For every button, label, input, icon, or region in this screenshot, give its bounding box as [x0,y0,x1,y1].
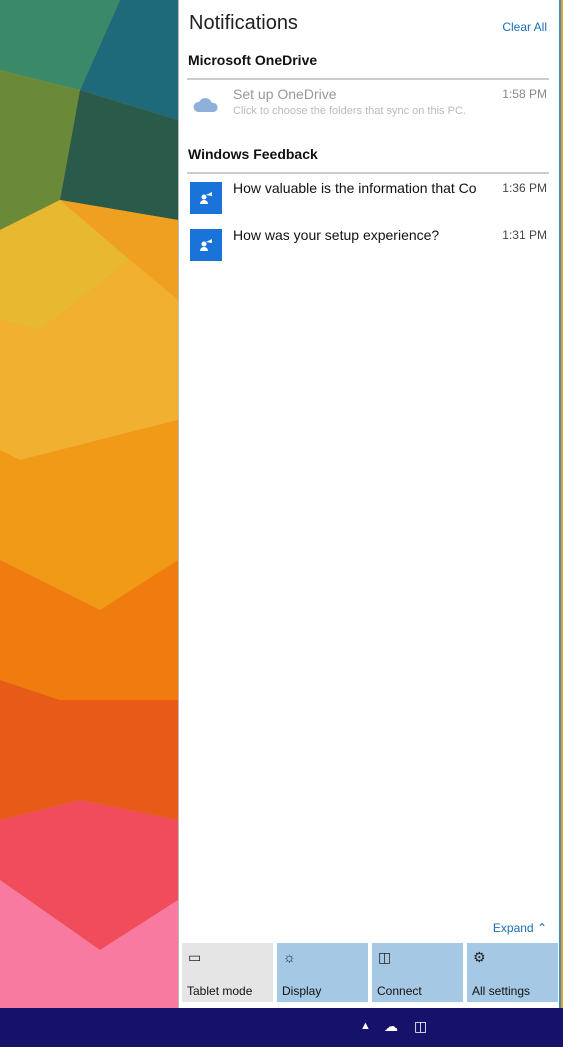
divider [187,78,549,80]
group-header-onedrive: Microsoft OneDrive [188,52,318,68]
notification-time: 1:31 PM [502,228,547,242]
tile-label: Display [282,984,322,998]
network-icon[interactable]: ◫ [414,1018,427,1035]
show-hidden-icons-chevron-icon[interactable]: ▲ [360,1020,371,1032]
tile-label: Tablet mode [187,984,253,998]
feedback-icon [190,229,222,261]
notification-item[interactable]: How was your setup experience? 1:31 PM [179,225,559,271]
expand-label: Expand [492,921,534,935]
notification-title: How valuable is the information that Co [233,180,477,196]
quick-action-all-settings[interactable]: ⚙ All settings [467,943,558,1002]
notification-title: Set up OneDrive [233,86,337,102]
connect-icon: ◫ [378,949,392,965]
group-header-feedback: Windows Feedback [188,146,318,162]
notification-item[interactable]: Set up OneDrive Click to choose the fold… [179,84,559,130]
quick-actions: ▭ Tablet mode ☼ Display ◫ Connect ⚙ All sett… [182,943,558,1002]
expand-button[interactable]: Expand ⌃ [493,921,547,935]
tile-label: Connect [377,984,422,998]
action-center-panel: Notifications Clear All Microsoft OneDri… [178,0,561,1008]
notification-time: 1:58 PM [502,87,547,101]
feedback-icon [190,182,222,214]
taskbar: ▲ ☁ ◫ [0,1008,563,1047]
clear-all-button[interactable]: Clear All [502,20,547,34]
quick-action-connect[interactable]: ◫ Connect [372,943,463,1002]
notification-time: 1:36 PM [502,181,547,195]
tablet-icon: ▭ [188,949,202,965]
notification-title: How was your setup experience? [233,227,440,243]
quick-action-tablet-mode[interactable]: ▭ Tablet mode [182,943,273,1002]
divider [187,172,549,174]
onedrive-error-icon[interactable]: ☁ [384,1018,398,1035]
onedrive-cloud-icon [190,88,222,120]
chevron-up-icon: ⌃ [536,921,547,935]
notification-item[interactable]: How valuable is the information that Co … [179,178,559,224]
panel-title: Notifications [189,12,298,34]
quick-action-display[interactable]: ☼ Display [277,943,368,1002]
gear-icon: ⚙ [473,949,486,965]
notification-subtitle: Click to choose the folders that sync on… [233,105,466,117]
brightness-icon: ☼ [283,949,296,965]
tile-label: All settings [472,984,531,998]
